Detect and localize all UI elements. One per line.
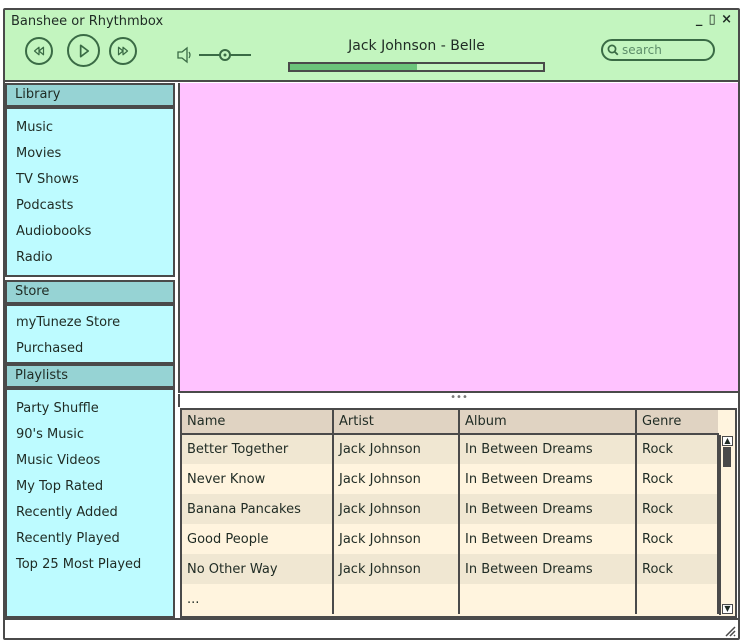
track-artist-cell: Jack Johnson — [333, 524, 460, 554]
table-row[interactable]: Never Know Jack Johnson In Between Dream… — [182, 464, 719, 494]
playback-controls — [25, 34, 145, 72]
table-row[interactable]: ... — [182, 584, 719, 614]
column-header-artist[interactable]: Artist — [333, 410, 460, 435]
track-list: Name Artist Album Genre Better Together … — [180, 408, 737, 618]
track-name-cell: Banana Pancakes — [182, 494, 334, 524]
sidebar-item-music-videos[interactable]: Music Videos — [7, 448, 173, 474]
scroll-up-icon[interactable]: ▲ — [722, 436, 733, 446]
track-genre-cell: Rock — [636, 494, 719, 524]
resize-grip-icon[interactable] — [724, 625, 736, 637]
now-playing-text: Jack Johnson - Belle — [348, 38, 485, 54]
track-artist-cell: Jack Johnson — [333, 464, 460, 494]
column-header-genre[interactable]: Genre — [636, 410, 718, 435]
sidebar: Library Music Movies TV Shows Podcasts A… — [5, 83, 175, 618]
table-row[interactable]: Banana Pancakes Jack Johnson In Between … — [182, 494, 719, 524]
volume-knob[interactable] — [219, 49, 231, 61]
track-name-cell: Better Together — [182, 434, 334, 464]
track-album-cell: In Between Dreams — [459, 524, 637, 554]
sidebar-item-radio[interactable]: Radio — [7, 245, 173, 271]
track-table-header-row: Name Artist Album Genre — [182, 410, 718, 435]
music-player-window: Banshee or Rhythmbox _ ▯ × Jack Johnson … — [3, 8, 740, 640]
table-row[interactable]: Better Together Jack Johnson In Between … — [182, 434, 719, 464]
sidebar-item-party-shuffle[interactable]: Party Shuffle — [7, 396, 173, 422]
sidebar-item-recently-added[interactable]: Recently Added — [7, 500, 173, 526]
sidebar-item-mytuneze-store[interactable]: myTuneze Store — [7, 310, 173, 336]
track-album-cell: In Between Dreams — [459, 554, 637, 584]
pane-splitter[interactable]: ••• — [178, 393, 738, 407]
scroll-down-icon[interactable]: ▼ — [722, 604, 733, 614]
search-icon — [607, 44, 619, 56]
playback-progress-bar[interactable] — [288, 62, 545, 72]
status-bar — [5, 618, 738, 638]
track-genre-cell — [636, 584, 719, 614]
sidebar-item-90s-music[interactable]: 90's Music — [7, 422, 173, 448]
store-list: myTuneze Store Purchased — [5, 304, 175, 364]
track-name-cell: Never Know — [182, 464, 334, 494]
track-album-cell — [459, 584, 637, 614]
track-genre-cell: Rock — [636, 554, 719, 584]
window-title: Banshee or Rhythmbox — [11, 14, 164, 29]
scroll-thumb[interactable] — [723, 447, 731, 467]
track-table: Name Artist Album Genre Better Together … — [182, 410, 719, 614]
library-section-header: Library — [5, 83, 175, 107]
search-box[interactable] — [601, 39, 715, 61]
track-artist-cell: Jack Johnson — [333, 554, 460, 584]
table-row[interactable]: Good People Jack Johnson In Between Drea… — [182, 524, 719, 554]
track-artist-cell — [333, 584, 460, 614]
next-track-button[interactable] — [109, 37, 137, 65]
title-toolbar: Banshee or Rhythmbox _ ▯ × Jack Johnson … — [5, 10, 738, 82]
track-album-cell: In Between Dreams — [459, 434, 637, 464]
column-header-name[interactable]: Name — [182, 410, 334, 435]
track-album-cell: In Between Dreams — [459, 494, 637, 524]
track-name-cell: Good People — [182, 524, 334, 554]
maximize-icon[interactable]: ▯ — [708, 12, 716, 28]
play-button[interactable] — [67, 34, 100, 67]
close-icon[interactable]: × — [721, 12, 732, 28]
library-list: Music Movies TV Shows Podcasts Audiobook… — [5, 107, 175, 277]
track-album-cell: In Between Dreams — [459, 464, 637, 494]
track-list-scrollbar[interactable]: ▲ ▼ — [719, 435, 734, 615]
sidebar-item-top-25-most-played[interactable]: Top 25 Most Played — [7, 552, 173, 578]
playlists-section-header: Playlists — [5, 364, 175, 388]
sidebar-item-movies[interactable]: Movies — [7, 141, 173, 167]
volume-slider[interactable] — [176, 45, 256, 65]
next-track-icon — [117, 46, 129, 56]
track-artist-cell: Jack Johnson — [333, 494, 460, 524]
sidebar-item-audiobooks[interactable]: Audiobooks — [7, 219, 173, 245]
playback-progress-fill — [290, 64, 417, 70]
sidebar-item-music[interactable]: Music — [7, 115, 173, 141]
track-name-cell: No Other Way — [182, 554, 334, 584]
search-input[interactable] — [622, 42, 704, 58]
track-genre-cell: Rock — [636, 524, 719, 554]
media-preview-area — [178, 83, 738, 393]
track-genre-cell: Rock — [636, 434, 719, 464]
sidebar-item-my-top-rated[interactable]: My Top Rated — [7, 474, 173, 500]
window-controls: _ ▯ × — [695, 12, 732, 28]
play-icon — [79, 43, 90, 58]
previous-track-icon — [33, 46, 45, 56]
playlists-list: Party Shuffle 90's Music Music Videos My… — [5, 388, 175, 618]
sidebar-item-tv-shows[interactable]: TV Shows — [7, 167, 173, 193]
minimize-icon[interactable]: _ — [695, 12, 703, 28]
table-row[interactable]: No Other Way Jack Johnson In Between Dre… — [182, 554, 719, 584]
volume-control[interactable] — [176, 45, 256, 65]
track-name-cell: ... — [182, 584, 334, 614]
sidebar-item-recently-played[interactable]: Recently Played — [7, 526, 173, 552]
sidebar-item-purchased[interactable]: Purchased — [7, 336, 173, 362]
track-genre-cell: Rock — [636, 464, 719, 494]
sidebar-item-podcasts[interactable]: Podcasts — [7, 193, 173, 219]
store-section-header: Store — [5, 280, 175, 304]
track-artist-cell: Jack Johnson — [333, 434, 460, 464]
previous-track-button[interactable] — [25, 37, 53, 65]
speaker-icon — [177, 46, 191, 64]
column-header-album[interactable]: Album — [459, 410, 637, 435]
